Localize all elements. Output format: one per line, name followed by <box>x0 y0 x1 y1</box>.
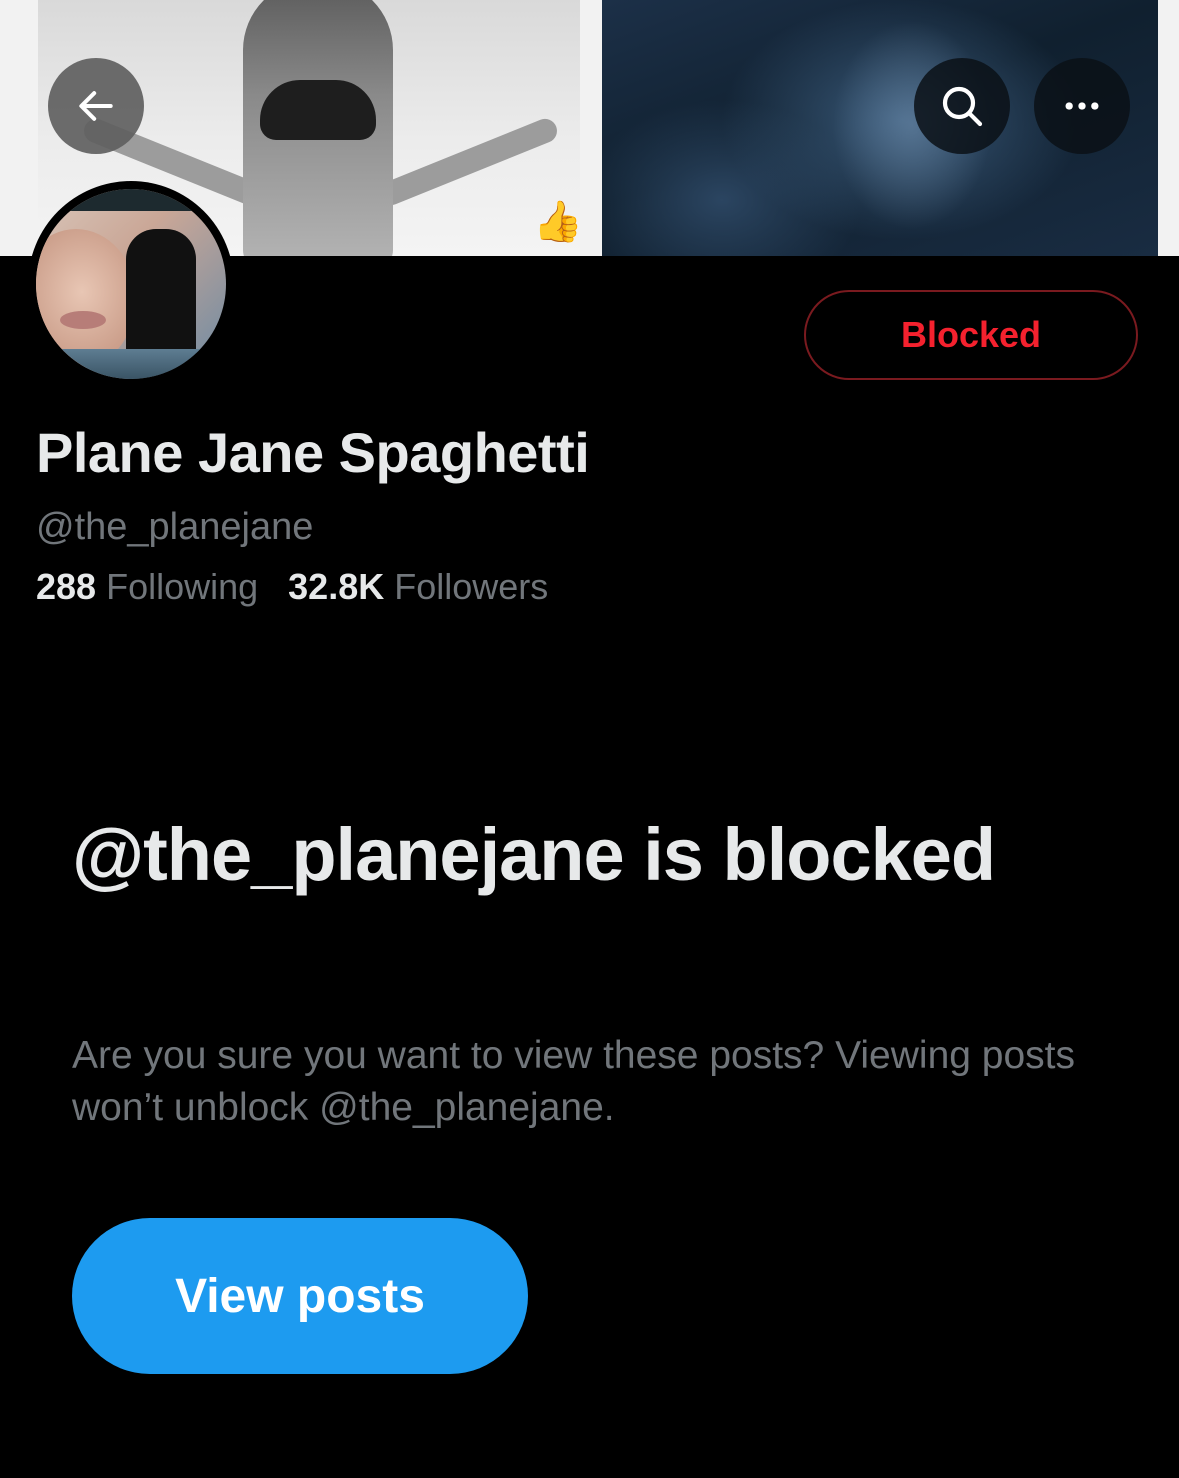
profile-stats: 288 Following 32.8K Followers <box>36 566 548 608</box>
view-posts-button[interactable]: View posts <box>72 1218 528 1374</box>
search-button[interactable] <box>914 58 1010 154</box>
followers-stat[interactable]: 32.8K Followers <box>288 566 548 608</box>
display-name: Plane Jane Spaghetti <box>36 421 590 484</box>
blocked-button[interactable]: Blocked <box>804 290 1138 380</box>
following-stat[interactable]: 288 Following <box>36 566 258 608</box>
followers-label: Followers <box>394 566 549 607</box>
profile-avatar[interactable] <box>28 181 234 387</box>
arrow-left-icon <box>79 91 113 121</box>
avatar-image <box>36 189 226 379</box>
back-button[interactable] <box>48 58 144 154</box>
blocked-notice-body: Are you sure you want to view these post… <box>72 1034 1075 1129</box>
more-options-button[interactable] <box>1034 58 1130 154</box>
followers-count: 32.8K <box>288 566 385 607</box>
thumbs-up-icon: 👍 <box>533 200 580 244</box>
following-label: Following <box>106 566 259 607</box>
blocked-notice-title: @the_planejane is blocked <box>72 813 996 896</box>
more-horizontal-icon <box>1065 102 1099 110</box>
search-icon <box>942 86 983 127</box>
following-count: 288 <box>36 566 97 607</box>
user-handle: @the_planejane <box>36 506 314 548</box>
